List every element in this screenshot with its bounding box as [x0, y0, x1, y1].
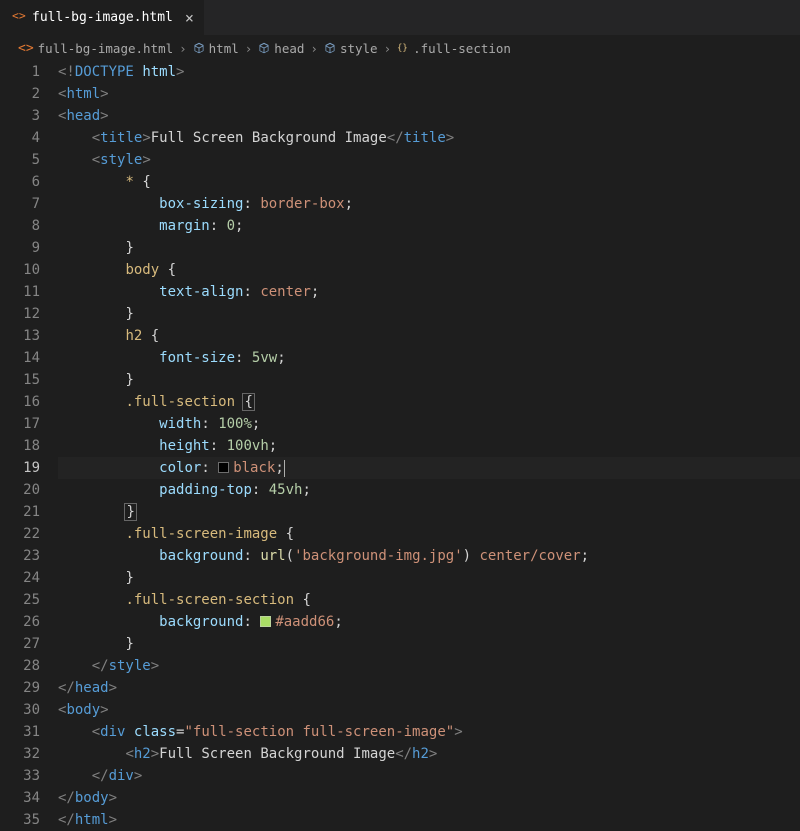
braces-icon: {}	[397, 42, 409, 54]
text-cursor	[284, 460, 285, 477]
code-line[interactable]: </style>	[58, 655, 800, 677]
code-line[interactable]: }	[58, 303, 800, 325]
code-line[interactable]: h2 {	[58, 325, 800, 347]
code-line[interactable]: }	[58, 633, 800, 655]
cube-icon	[258, 42, 270, 54]
line-number: 18	[0, 435, 40, 457]
chevron-right-icon: ›	[382, 41, 394, 56]
line-number: 23	[0, 545, 40, 567]
line-number: 5	[0, 149, 40, 171]
color-swatch-icon	[218, 462, 229, 473]
code-line[interactable]: margin: 0;	[58, 215, 800, 237]
editor[interactable]: 1234567891011121314151617181920212223242…	[0, 61, 800, 831]
cube-icon	[193, 42, 205, 54]
line-number: 32	[0, 743, 40, 765]
code-line[interactable]: </body>	[58, 787, 800, 809]
line-number: 14	[0, 347, 40, 369]
line-number: 8	[0, 215, 40, 237]
line-number: 11	[0, 281, 40, 303]
svg-text:{}: {}	[397, 43, 408, 53]
line-number: 13	[0, 325, 40, 347]
line-number: 34	[0, 787, 40, 809]
breadcrumb: <> full-bg-image.html › html › head › st…	[0, 35, 800, 61]
tab-bar-space	[205, 0, 800, 35]
breadcrumb-item[interactable]: html	[209, 41, 239, 56]
line-number: 1	[0, 61, 40, 83]
code-line[interactable]: padding-top: 45vh;	[58, 479, 800, 501]
code-area[interactable]: <!DOCTYPE html><html><head> <title>Full …	[58, 61, 800, 831]
code-line[interactable]: * {	[58, 171, 800, 193]
line-number: 4	[0, 127, 40, 149]
line-number: 6	[0, 171, 40, 193]
code-line[interactable]: <div class="full-section full-screen-ima…	[58, 721, 800, 743]
code-line[interactable]: </html>	[58, 809, 800, 831]
line-number: 3	[0, 105, 40, 127]
code-line[interactable]: .full-section {	[58, 391, 800, 413]
close-icon[interactable]: ×	[185, 9, 194, 27]
line-number: 30	[0, 699, 40, 721]
chevron-right-icon: ›	[308, 41, 320, 56]
code-line[interactable]: text-align: center;	[58, 281, 800, 303]
code-line[interactable]: }	[58, 567, 800, 589]
code-line[interactable]: <body>	[58, 699, 800, 721]
tab-bar: <> full-bg-image.html ×	[0, 0, 800, 35]
code-line[interactable]: .full-screen-image {	[58, 523, 800, 545]
line-number: 7	[0, 193, 40, 215]
tab-label: full-bg-image.html	[32, 10, 173, 25]
code-line[interactable]: <!DOCTYPE html>	[58, 61, 800, 83]
line-number: 29	[0, 677, 40, 699]
code-line[interactable]: <h2>Full Screen Background Image</h2>	[58, 743, 800, 765]
color-swatch-icon	[260, 616, 271, 627]
line-number: 12	[0, 303, 40, 325]
chevron-right-icon: ›	[177, 41, 189, 56]
code-line[interactable]: <title>Full Screen Background Image</tit…	[58, 127, 800, 149]
code-line[interactable]: <style>	[58, 149, 800, 171]
tab-full-bg-image[interactable]: <> full-bg-image.html ×	[0, 0, 205, 35]
code-line[interactable]: background: url('background-img.jpg') ce…	[58, 545, 800, 567]
line-number: 9	[0, 237, 40, 259]
code-line[interactable]: width: 100%;	[58, 413, 800, 435]
code-line[interactable]: .full-screen-section {	[58, 589, 800, 611]
line-number: 27	[0, 633, 40, 655]
svg-text:<>: <>	[12, 9, 26, 23]
line-number: 17	[0, 413, 40, 435]
line-number-gutter: 1234567891011121314151617181920212223242…	[0, 61, 58, 831]
line-number: 25	[0, 589, 40, 611]
code-line[interactable]: height: 100vh;	[58, 435, 800, 457]
breadcrumb-item[interactable]: full-bg-image.html	[38, 41, 173, 56]
line-number: 21	[0, 501, 40, 523]
breadcrumb-item[interactable]: .full-section	[413, 41, 511, 56]
chevron-right-icon: ›	[243, 41, 255, 56]
breadcrumb-item[interactable]: head	[274, 41, 304, 56]
line-number: 26	[0, 611, 40, 633]
line-number: 15	[0, 369, 40, 391]
line-number: 20	[0, 479, 40, 501]
code-line[interactable]: box-sizing: border-box;	[58, 193, 800, 215]
line-number: 16	[0, 391, 40, 413]
line-number: 22	[0, 523, 40, 545]
code-line[interactable]: <html>	[58, 83, 800, 105]
line-number: 2	[0, 83, 40, 105]
line-number: 10	[0, 259, 40, 281]
line-number: 31	[0, 721, 40, 743]
code-line[interactable]: }	[58, 501, 800, 523]
code-line[interactable]: font-size: 5vw;	[58, 347, 800, 369]
line-number: 28	[0, 655, 40, 677]
cube-icon	[324, 42, 336, 54]
code-line[interactable]: </div>	[58, 765, 800, 787]
code-line[interactable]: color: black;	[58, 457, 800, 479]
code-line[interactable]: <head>	[58, 105, 800, 127]
code-line[interactable]: background: #aadd66;	[58, 611, 800, 633]
line-number: 24	[0, 567, 40, 589]
code-line[interactable]: body {	[58, 259, 800, 281]
line-number: 35	[0, 809, 40, 831]
breadcrumb-item[interactable]: style	[340, 41, 378, 56]
code-line[interactable]: }	[58, 369, 800, 391]
code-line[interactable]: }	[58, 237, 800, 259]
file-code-icon: <>	[18, 41, 34, 56]
line-number: 19	[0, 457, 40, 479]
code-line[interactable]: </head>	[58, 677, 800, 699]
line-number: 33	[0, 765, 40, 787]
file-code-icon: <>	[12, 9, 26, 27]
